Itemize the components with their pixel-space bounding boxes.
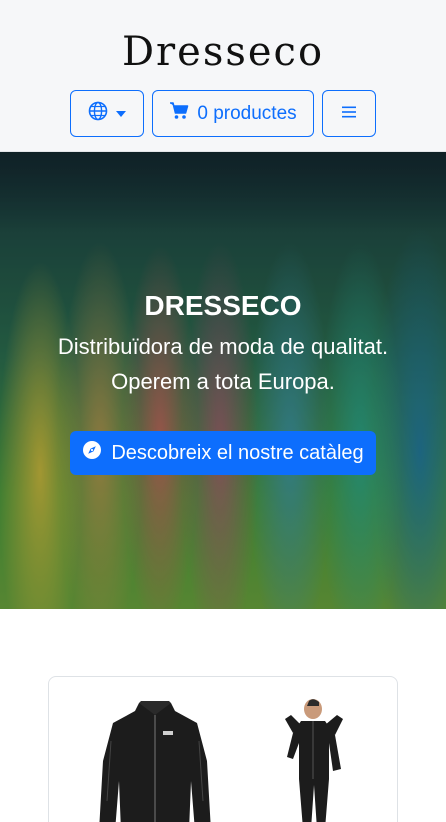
site-header: Dresseco 0 productes (0, 0, 446, 152)
language-selector-button[interactable] (70, 90, 144, 137)
chevron-down-icon (116, 110, 126, 117)
hero-subtitle-line-1: Distribuïdora de moda de qualitat. (57, 334, 389, 359)
hero-banner: DRESSECO Distribuïdora de moda de qualit… (0, 152, 446, 609)
menu-toggle-button[interactable] (322, 90, 376, 137)
black-tracksuit-jacket-image (99, 699, 211, 822)
compass-icon (82, 440, 102, 466)
cart-count-label: 0 productes (197, 102, 297, 124)
hero-title: DRESSECO (144, 290, 302, 321)
globe-icon (88, 101, 108, 127)
hero-subtitle-line-2: Operem a tota Europa. (111, 369, 335, 394)
cart-icon (169, 101, 189, 126)
model-wearing-tracksuit-image (279, 699, 349, 822)
product-card[interactable] (48, 676, 398, 822)
discover-catalog-button[interactable]: Descobreix el nostre catàleg (70, 431, 376, 475)
site-logo[interactable]: Dresseco (0, 26, 446, 78)
discover-catalog-label: Descobreix el nostre catàleg (111, 441, 364, 464)
hamburger-icon (341, 103, 357, 125)
cart-button[interactable]: 0 productes (152, 90, 314, 137)
